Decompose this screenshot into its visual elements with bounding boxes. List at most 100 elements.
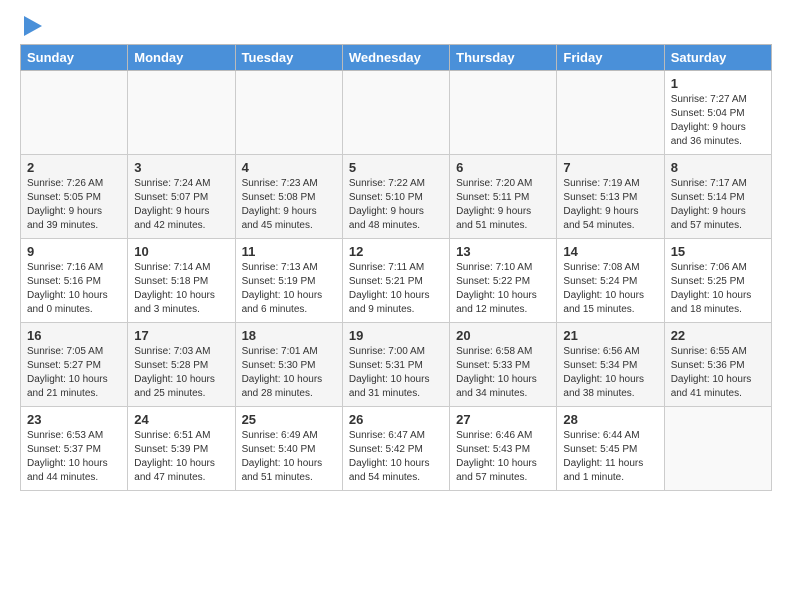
day-number: 16 xyxy=(27,328,121,343)
day-number: 17 xyxy=(134,328,228,343)
day-info: Sunrise: 7:08 AM Sunset: 5:24 PM Dayligh… xyxy=(563,261,657,317)
calendar-cell: 5 Sunrise: 7:22 AM Sunset: 5:10 PM Daylig… xyxy=(342,155,449,239)
day-info: Sunrise: 7:10 AM Sunset: 5:22 PM Dayligh… xyxy=(456,261,550,317)
calendar-cell: 7 Sunrise: 7:19 AM Sunset: 5:13 PM Daylig… xyxy=(557,155,664,239)
day-info: Sunrise: 7:26 AM Sunset: 5:05 PM Dayligh… xyxy=(27,177,121,233)
day-number: 8 xyxy=(671,160,765,175)
day-number: 7 xyxy=(563,160,657,175)
day-info: Sunrise: 6:58 AM Sunset: 5:33 PM Dayligh… xyxy=(456,345,550,401)
calendar-header-wednesday: Wednesday xyxy=(342,45,449,71)
calendar-cell: 20 Sunrise: 6:58 AM Sunset: 5:33 PM Dayli… xyxy=(450,323,557,407)
day-info: Sunrise: 7:05 AM Sunset: 5:27 PM Dayligh… xyxy=(27,345,121,401)
day-info: Sunrise: 7:06 AM Sunset: 5:25 PM Dayligh… xyxy=(671,261,765,317)
page-container: SundayMondayTuesdayWednesdayThursdayFrid… xyxy=(0,0,792,507)
calendar-table: SundayMondayTuesdayWednesdayThursdayFrid… xyxy=(20,44,772,491)
day-number: 3 xyxy=(134,160,228,175)
day-number: 11 xyxy=(242,244,336,259)
day-number: 6 xyxy=(456,160,550,175)
calendar-cell: 2 Sunrise: 7:26 AM Sunset: 5:05 PM Daylig… xyxy=(21,155,128,239)
day-number: 2 xyxy=(27,160,121,175)
calendar-header-row: SundayMondayTuesdayWednesdayThursdayFrid… xyxy=(21,45,772,71)
calendar-cell: 23 Sunrise: 6:53 AM Sunset: 5:37 PM Dayli… xyxy=(21,407,128,491)
day-info: Sunrise: 7:16 AM Sunset: 5:16 PM Dayligh… xyxy=(27,261,121,317)
logo-arrow-icon xyxy=(24,16,42,36)
day-info: Sunrise: 7:24 AM Sunset: 5:07 PM Dayligh… xyxy=(134,177,228,233)
day-number: 15 xyxy=(671,244,765,259)
calendar-week-4: 16 Sunrise: 7:05 AM Sunset: 5:27 PM Dayli… xyxy=(21,323,772,407)
day-number: 27 xyxy=(456,412,550,427)
day-info: Sunrise: 7:01 AM Sunset: 5:30 PM Dayligh… xyxy=(242,345,336,401)
calendar-week-1: 1 Sunrise: 7:27 AM Sunset: 5:04 PM Daylig… xyxy=(21,71,772,155)
calendar-header-sunday: Sunday xyxy=(21,45,128,71)
day-number: 4 xyxy=(242,160,336,175)
calendar-cell: 1 Sunrise: 7:27 AM Sunset: 5:04 PM Daylig… xyxy=(664,71,771,155)
calendar-header-friday: Friday xyxy=(557,45,664,71)
day-info: Sunrise: 6:47 AM Sunset: 5:42 PM Dayligh… xyxy=(349,429,443,485)
calendar-header-monday: Monday xyxy=(128,45,235,71)
day-info: Sunrise: 7:17 AM Sunset: 5:14 PM Dayligh… xyxy=(671,177,765,233)
calendar-cell: 6 Sunrise: 7:20 AM Sunset: 5:11 PM Daylig… xyxy=(450,155,557,239)
day-number: 20 xyxy=(456,328,550,343)
day-number: 5 xyxy=(349,160,443,175)
calendar-cell: 17 Sunrise: 7:03 AM Sunset: 5:28 PM Dayli… xyxy=(128,323,235,407)
day-info: Sunrise: 7:14 AM Sunset: 5:18 PM Dayligh… xyxy=(134,261,228,317)
day-number: 23 xyxy=(27,412,121,427)
calendar-cell: 10Sunrise: 7:14 AM Sunset: 5:18 PM Dayli… xyxy=(128,239,235,323)
day-info: Sunrise: 7:19 AM Sunset: 5:13 PM Dayligh… xyxy=(563,177,657,233)
day-number: 13 xyxy=(456,244,550,259)
day-info: Sunrise: 6:44 AM Sunset: 5:45 PM Dayligh… xyxy=(563,429,657,485)
calendar-cell: 18 Sunrise: 7:01 AM Sunset: 5:30 PM Dayli… xyxy=(235,323,342,407)
calendar-cell: 15 Sunrise: 7:06 AM Sunset: 5:25 PM Dayli… xyxy=(664,239,771,323)
calendar-cell: 14 Sunrise: 7:08 AM Sunset: 5:24 PM Dayli… xyxy=(557,239,664,323)
day-info: Sunrise: 7:23 AM Sunset: 5:08 PM Dayligh… xyxy=(242,177,336,233)
day-number: 14 xyxy=(563,244,657,259)
day-number: 18 xyxy=(242,328,336,343)
logo-text xyxy=(20,16,42,36)
day-info: Sunrise: 7:00 AM Sunset: 5:31 PM Dayligh… xyxy=(349,345,443,401)
calendar-cell xyxy=(21,71,128,155)
day-info: Sunrise: 6:46 AM Sunset: 5:43 PM Dayligh… xyxy=(456,429,550,485)
day-number: 19 xyxy=(349,328,443,343)
calendar-cell: 13 Sunrise: 7:10 AM Sunset: 5:22 PM Dayli… xyxy=(450,239,557,323)
calendar-cell xyxy=(664,407,771,491)
calendar-header-thursday: Thursday xyxy=(450,45,557,71)
calendar-cell: 26Sunrise: 6:47 AM Sunset: 5:42 PM Dayli… xyxy=(342,407,449,491)
day-info: Sunrise: 7:03 AM Sunset: 5:28 PM Dayligh… xyxy=(134,345,228,401)
day-info: Sunrise: 7:27 AM Sunset: 5:04 PM Dayligh… xyxy=(671,93,765,149)
calendar-week-3: 9 Sunrise: 7:16 AM Sunset: 5:16 PM Daylig… xyxy=(21,239,772,323)
day-info: Sunrise: 7:20 AM Sunset: 5:11 PM Dayligh… xyxy=(456,177,550,233)
calendar-cell: 24 Sunrise: 6:51 AM Sunset: 5:39 PM Dayli… xyxy=(128,407,235,491)
day-number: 12 xyxy=(349,244,443,259)
calendar-cell: 3 Sunrise: 7:24 AM Sunset: 5:07 PM Daylig… xyxy=(128,155,235,239)
calendar-cell: 21 Sunrise: 6:56 AM Sunset: 5:34 PM Dayli… xyxy=(557,323,664,407)
calendar-header-saturday: Saturday xyxy=(664,45,771,71)
calendar-header-tuesday: Tuesday xyxy=(235,45,342,71)
day-info: Sunrise: 7:13 AM Sunset: 5:19 PM Dayligh… xyxy=(242,261,336,317)
calendar-cell: 19 Sunrise: 7:00 AM Sunset: 5:31 PM Dayli… xyxy=(342,323,449,407)
day-info: Sunrise: 6:51 AM Sunset: 5:39 PM Dayligh… xyxy=(134,429,228,485)
logo xyxy=(20,16,42,36)
calendar-cell: 8 Sunrise: 7:17 AM Sunset: 5:14 PM Daylig… xyxy=(664,155,771,239)
day-info: Sunrise: 7:11 AM Sunset: 5:21 PM Dayligh… xyxy=(349,261,443,317)
calendar-cell xyxy=(128,71,235,155)
calendar-cell xyxy=(450,71,557,155)
header xyxy=(20,16,772,36)
calendar-cell: 16 Sunrise: 7:05 AM Sunset: 5:27 PM Dayli… xyxy=(21,323,128,407)
day-number: 9 xyxy=(27,244,121,259)
calendar-week-2: 2 Sunrise: 7:26 AM Sunset: 5:05 PM Daylig… xyxy=(21,155,772,239)
day-number: 24 xyxy=(134,412,228,427)
calendar-cell: 4 Sunrise: 7:23 AM Sunset: 5:08 PM Daylig… xyxy=(235,155,342,239)
calendar-cell: 27 Sunrise: 6:46 AM Sunset: 5:43 PM Dayli… xyxy=(450,407,557,491)
day-info: Sunrise: 6:55 AM Sunset: 5:36 PM Dayligh… xyxy=(671,345,765,401)
calendar-cell: 12 Sunrise: 7:11 AM Sunset: 5:21 PM Dayli… xyxy=(342,239,449,323)
day-info: Sunrise: 6:53 AM Sunset: 5:37 PM Dayligh… xyxy=(27,429,121,485)
calendar-cell: 28 Sunrise: 6:44 AM Sunset: 5:45 PM Dayli… xyxy=(557,407,664,491)
calendar-week-5: 23 Sunrise: 6:53 AM Sunset: 5:37 PM Dayli… xyxy=(21,407,772,491)
calendar-cell xyxy=(342,71,449,155)
calendar-cell: 11 Sunrise: 7:13 AM Sunset: 5:19 PM Dayli… xyxy=(235,239,342,323)
day-number: 21 xyxy=(563,328,657,343)
day-number: 28 xyxy=(563,412,657,427)
day-info: Sunrise: 6:56 AM Sunset: 5:34 PM Dayligh… xyxy=(563,345,657,401)
day-number: 1 xyxy=(671,76,765,91)
day-info: Sunrise: 7:22 AM Sunset: 5:10 PM Dayligh… xyxy=(349,177,443,233)
